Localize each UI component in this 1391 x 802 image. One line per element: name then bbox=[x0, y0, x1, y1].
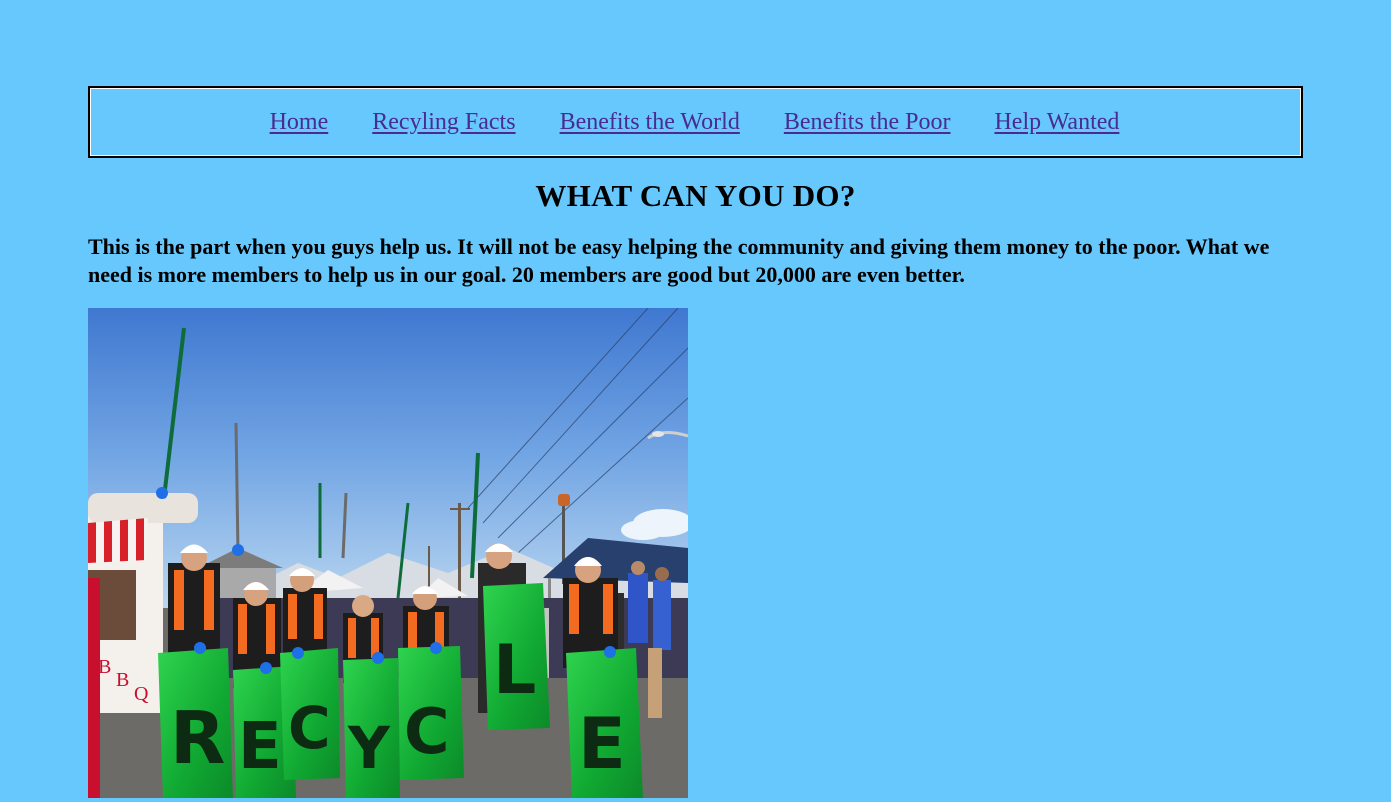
nav-link-recycling-facts[interactable]: Recyling Facts bbox=[372, 109, 515, 136]
nav-link-benefits-poor[interactable]: Benefits the Poor bbox=[784, 109, 951, 136]
nav-link-help-wanted[interactable]: Help Wanted bbox=[994, 109, 1119, 136]
svg-text:B: B bbox=[98, 656, 111, 678]
svg-text:Q: Q bbox=[134, 683, 149, 705]
page-title: WHAT CAN YOU DO? bbox=[535, 178, 856, 213]
intro-paragraph: This is the part when you guys help us. … bbox=[88, 234, 1270, 287]
page-content: Home Recyling Facts Benefits the World B… bbox=[88, 86, 1303, 798]
nav-link-home[interactable]: Home bbox=[270, 109, 329, 136]
main-nav: Home Recyling Facts Benefits the World B… bbox=[88, 86, 1303, 158]
bag-letter-y: Y bbox=[347, 714, 391, 782]
bag-letter-l: L bbox=[493, 631, 536, 710]
recycle-volunteers-photo: B B Q R E C Y C L E bbox=[88, 308, 688, 798]
bag-letter-r: R bbox=[170, 696, 225, 780]
nav-link-benefits-world[interactable]: Benefits the World bbox=[560, 109, 740, 136]
bag-letter-e: E bbox=[238, 710, 282, 784]
bag-letter-c-second: C bbox=[404, 695, 450, 768]
bag-letter-c: C bbox=[288, 694, 331, 762]
bag-letter-e-second: E bbox=[578, 703, 626, 785]
svg-text:B: B bbox=[116, 669, 129, 691]
